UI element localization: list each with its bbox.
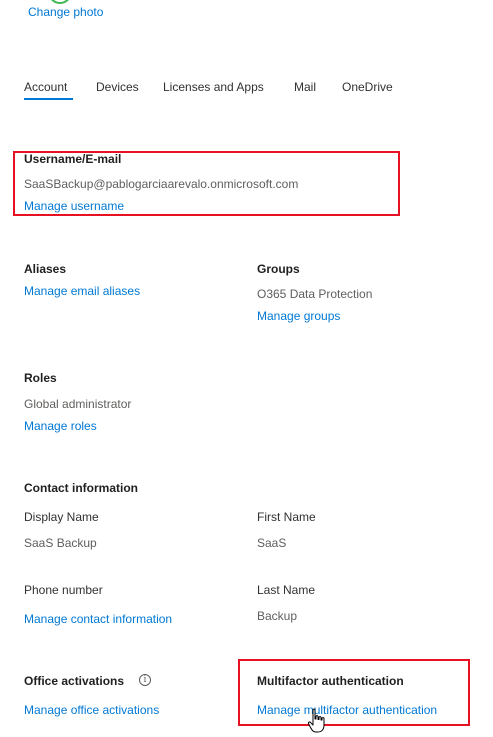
change-photo-link[interactable]: Change photo: [28, 5, 103, 19]
groups-value: O365 Data Protection: [257, 287, 373, 301]
manage-contact-info-link[interactable]: Manage contact information: [24, 612, 172, 626]
info-icon[interactable]: i: [139, 674, 151, 686]
first-name-value: SaaS: [257, 536, 287, 550]
manage-roles-link[interactable]: Manage roles: [24, 419, 97, 433]
hand-cursor-icon: [307, 708, 325, 733]
aliases-heading: Aliases: [24, 262, 67, 276]
manage-office-activations-link[interactable]: Manage office activations: [24, 703, 159, 717]
roles-value: Global administrator: [24, 397, 132, 411]
office-activations-heading: Office activations: [24, 674, 125, 688]
avatar-edge: [48, 0, 72, 4]
last-name-label: Last Name: [257, 583, 316, 597]
phone-number-label: Phone number: [24, 583, 103, 597]
tab-licenses-and-apps[interactable]: Licenses and Apps: [163, 80, 264, 94]
manage-groups-link[interactable]: Manage groups: [257, 309, 340, 323]
first-name-label: First Name: [257, 510, 316, 524]
username-value: SaaSBackup@pablogarciaarevalo.onmicrosof…: [24, 177, 299, 191]
tab-mail[interactable]: Mail: [294, 80, 316, 94]
tab-onedrive[interactable]: OneDrive: [342, 80, 393, 94]
manage-username-link[interactable]: Manage username: [24, 199, 124, 213]
manage-mfa-link[interactable]: Manage multifactor authentication: [257, 703, 437, 717]
mfa-heading: Multifactor authentication: [257, 674, 404, 688]
tab-account[interactable]: Account: [24, 80, 67, 94]
display-name-value: SaaS Backup: [24, 536, 97, 550]
display-name-label: Display Name: [24, 510, 99, 524]
tab-devices[interactable]: Devices: [96, 80, 139, 94]
contact-info-heading: Contact information: [24, 481, 138, 495]
last-name-value: Backup: [257, 609, 298, 623]
roles-heading: Roles: [24, 371, 57, 385]
groups-heading: Groups: [257, 262, 300, 276]
selected-tab-indicator: [24, 98, 73, 100]
manage-email-aliases-link[interactable]: Manage email aliases: [24, 284, 140, 298]
username-heading: Username/E-mail: [24, 152, 122, 166]
